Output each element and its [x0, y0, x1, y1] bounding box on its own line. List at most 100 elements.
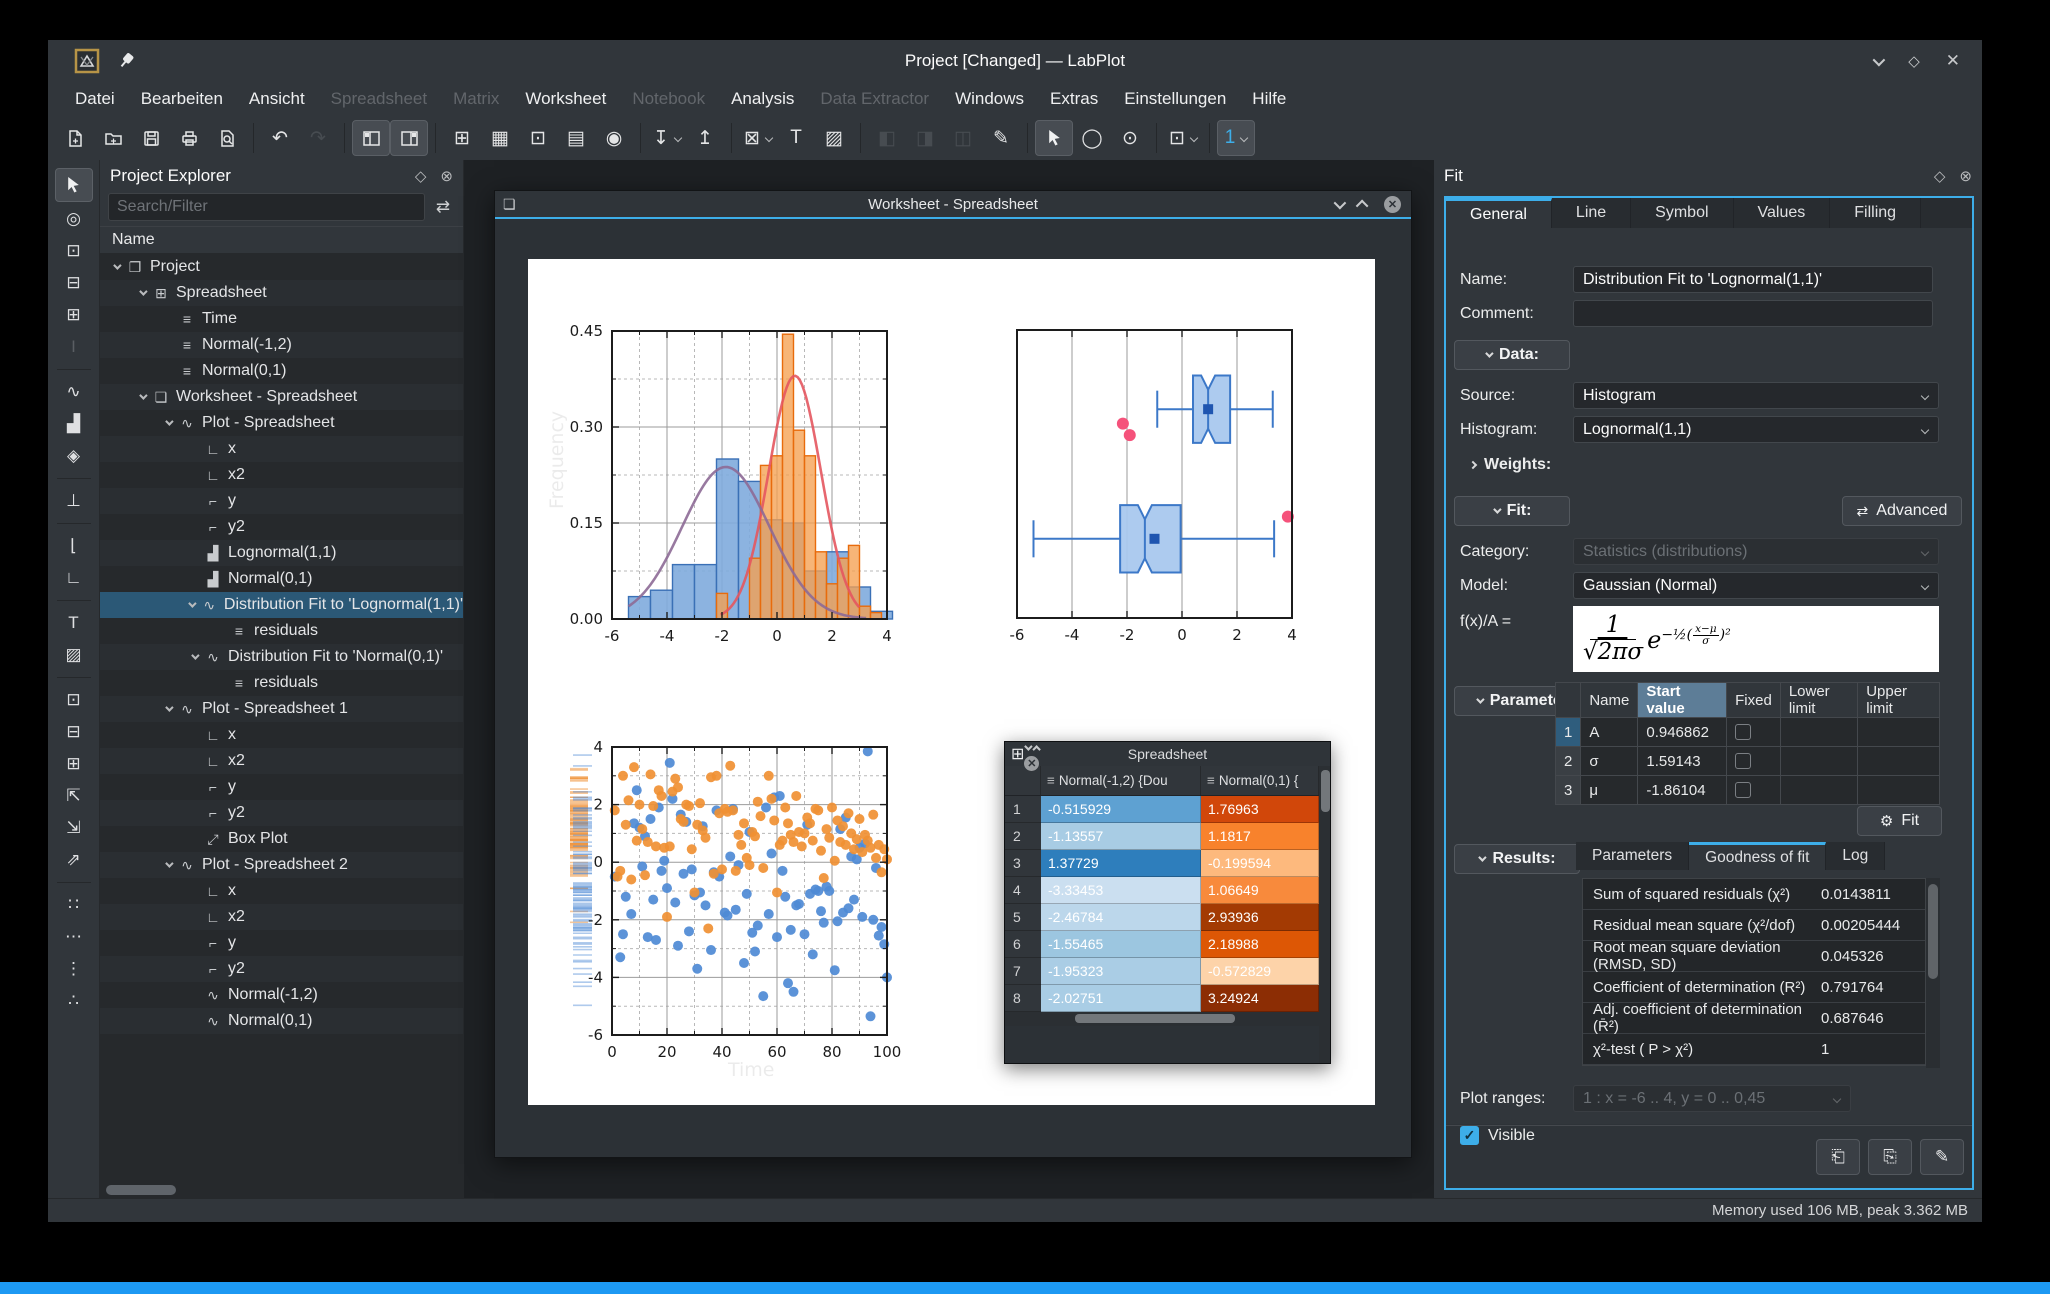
tree-item-y2[interactable]: ⌐ y2	[100, 956, 463, 982]
save-config-as-button[interactable]: ✎	[1920, 1139, 1964, 1175]
param-start-value[interactable]: -1.86104	[1637, 775, 1728, 805]
tree-item-x[interactable]: ∟ x	[100, 722, 463, 748]
spreadsheet-cell[interactable]: 1.06649	[1201, 877, 1319, 904]
tree-item-normal-0-1[interactable]: ▟ Normal(0,1)	[100, 566, 463, 592]
param-start-value[interactable]: 0.946862	[1637, 717, 1728, 747]
histogram-plot[interactable]: 0.00 0.15 0.30 0.45 -6 -4 -2 0 2 4	[568, 311, 928, 651]
menu-datei[interactable]: Datei	[62, 85, 128, 113]
add-image-button[interactable]: ▨	[55, 640, 93, 670]
name-input[interactable]: Distribution Fit to 'Lognormal(1,1)'	[1573, 266, 1933, 293]
param-col-fixed[interactable]: Fixed	[1726, 682, 1781, 718]
param-col-name[interactable]: Name	[1580, 682, 1639, 718]
redo-button[interactable]: ↷	[299, 120, 337, 156]
param-upper-limit[interactable]	[1857, 746, 1940, 776]
tree-item-y2[interactable]: ⌐ y2	[100, 514, 463, 540]
select-cursor-button[interactable]	[54, 168, 93, 202]
new-worksheet-button[interactable]: ⊡	[519, 120, 557, 156]
toggle-properties-explorer-button[interactable]	[390, 120, 428, 156]
tree-item-x[interactable]: ∟ x	[100, 878, 463, 904]
param-col-start-value[interactable]: Start value	[1637, 682, 1728, 718]
data-section-button[interactable]: Data:	[1454, 340, 1570, 370]
add-xy-curve-button[interactable]: ∿	[55, 377, 93, 407]
spreadsheet-cell[interactable]: 3.24924	[1201, 985, 1319, 1012]
tree-item-distribution-fit-to-normal-0-1[interactable]: ∿ Distribution Fit to 'Normal(0,1)'	[100, 644, 463, 670]
spreadsheet-cell[interactable]: -1.95323	[1041, 958, 1201, 985]
spreadsheet-window-titlebar[interactable]: ⊞ Spreadsheet ✕	[1005, 741, 1330, 771]
tree-expand-icon[interactable]	[108, 261, 124, 270]
fit-tab-line[interactable]: Line	[1552, 198, 1632, 228]
comment-input[interactable]	[1573, 300, 1933, 327]
weights-section-button[interactable]: Weights:	[1468, 456, 1551, 474]
more-tools-1-button[interactable]: ∷	[55, 890, 93, 920]
tree-item-y[interactable]: ⌐ y	[100, 774, 463, 800]
param-fixed-checkbox[interactable]	[1735, 782, 1752, 798]
spreadsheet-cell[interactable]: -0.572829	[1201, 958, 1319, 985]
results-scrollbar[interactable]	[1926, 878, 1940, 1068]
tree-column-header[interactable]: Name	[100, 226, 463, 254]
cursor-line-button[interactable]: I	[55, 332, 93, 362]
menu-worksheet[interactable]: Worksheet	[512, 85, 619, 113]
tree-item-residuals[interactable]: ≡ residuals	[100, 618, 463, 644]
tree-item-time[interactable]: ≡ Time	[100, 306, 463, 332]
import-button[interactable]: ↧	[648, 120, 686, 156]
run-fit-button[interactable]: ⚙ Fit	[1857, 806, 1942, 836]
row-number[interactable]: 4	[1005, 877, 1041, 904]
tree-expand-icon[interactable]	[186, 651, 202, 660]
zoom-preset-button[interactable]: 1	[1217, 120, 1255, 156]
results-tab-parameters[interactable]: Parameters	[1576, 842, 1690, 870]
export-button[interactable]: ↥	[686, 120, 724, 156]
spreadsheet-column-header[interactable]: ≡ Normal(-1,2) {Dou	[1041, 766, 1201, 795]
tree-item-x2[interactable]: ∟ x2	[100, 904, 463, 930]
row-number[interactable]: 1	[1005, 796, 1041, 823]
param-fixed-checkbox[interactable]	[1735, 724, 1752, 740]
param-lower-limit[interactable]	[1779, 746, 1859, 776]
undo-button[interactable]: ↶	[261, 120, 299, 156]
tree-item-box-plot[interactable]: ⤢ Box Plot	[100, 826, 463, 852]
print-preview-button[interactable]	[208, 120, 246, 156]
maximize-icon[interactable]: ◇	[1908, 52, 1920, 70]
tree-item-plot-spreadsheet-2[interactable]: ∿ Plot - Spreadsheet 2	[100, 852, 463, 878]
print-button[interactable]	[170, 120, 208, 156]
param-start-value[interactable]: 1.59143	[1637, 746, 1728, 776]
param-col-lower-limit[interactable]: Lower limit	[1779, 682, 1859, 718]
tree-item-x2[interactable]: ∟ x2	[100, 748, 463, 774]
spreadsheet-cell[interactable]: 2.18988	[1201, 931, 1319, 958]
menu-hilfe[interactable]: Hilfe	[1239, 85, 1299, 113]
row-number[interactable]: 8	[1005, 985, 1041, 1012]
fit-tab-values[interactable]: Values	[1734, 198, 1831, 228]
add-image-button[interactable]: ▨	[815, 120, 853, 156]
param-lower-limit[interactable]	[1779, 717, 1859, 747]
search-input[interactable]: Search/Filter	[108, 193, 425, 221]
tree-item-x[interactable]: ∟ x	[100, 436, 463, 462]
more-tools-4-button[interactable]: ∴	[55, 986, 93, 1016]
tree-expand-icon[interactable]	[160, 703, 176, 712]
fit-section-button[interactable]: Fit:	[1454, 496, 1570, 526]
worksheet-window[interactable]: ❏ Worksheet - Spreadsheet ✕ Frequency Ti…	[494, 190, 1412, 1158]
tree-item-x2[interactable]: ∟ x2	[100, 462, 463, 488]
param-fixed-checkbox[interactable]	[1735, 753, 1752, 769]
worksheet-restore-icon[interactable]	[1355, 199, 1369, 212]
zoom-x-region-button[interactable]: ⊟	[55, 268, 93, 298]
fit-dock-close-icon[interactable]: ⊗	[1959, 167, 1972, 185]
spreadsheet-cell[interactable]: -0.515929	[1041, 796, 1201, 823]
spreadsheet-cell[interactable]: 1.1817	[1201, 823, 1319, 850]
row-number[interactable]: 6	[1005, 931, 1041, 958]
tree-item-normal-0-1[interactable]: ≡ Normal(0,1)	[100, 358, 463, 384]
spreadsheet-column-header[interactable]: ≡ Normal(0,1) {	[1201, 766, 1319, 795]
shift-left-x-button[interactable]: ⇗	[55, 845, 93, 875]
worksheet-window-titlebar[interactable]: ❏ Worksheet - Spreadsheet ✕	[495, 191, 1411, 219]
tree-item-y2[interactable]: ⌐ y2	[100, 800, 463, 826]
scatter-plot[interactable]: -6-4-20240 20 40 60 80 100	[568, 727, 928, 1067]
worksheet-minimize-icon[interactable]	[1333, 196, 1347, 209]
dock-close-icon[interactable]: ⊗	[440, 167, 453, 185]
zoom-select-button[interactable]: ⊡	[1164, 120, 1202, 156]
add-text-frame-button[interactable]: T	[777, 120, 815, 156]
zoom-in-button[interactable]: ⇱	[55, 781, 93, 811]
menu-extras[interactable]: Extras	[1037, 85, 1111, 113]
tree-item-normal-1-2[interactable]: ≡ Normal(-1,2)	[100, 332, 463, 358]
minimize-icon[interactable]	[1872, 53, 1886, 66]
tree-item-plot-spreadsheet-1[interactable]: ∿ Plot - Spreadsheet 1	[100, 696, 463, 722]
param-upper-limit[interactable]	[1857, 775, 1940, 805]
new-datapicker-button[interactable]: ◉	[595, 120, 633, 156]
tree-item-residuals[interactable]: ≡ residuals	[100, 670, 463, 696]
